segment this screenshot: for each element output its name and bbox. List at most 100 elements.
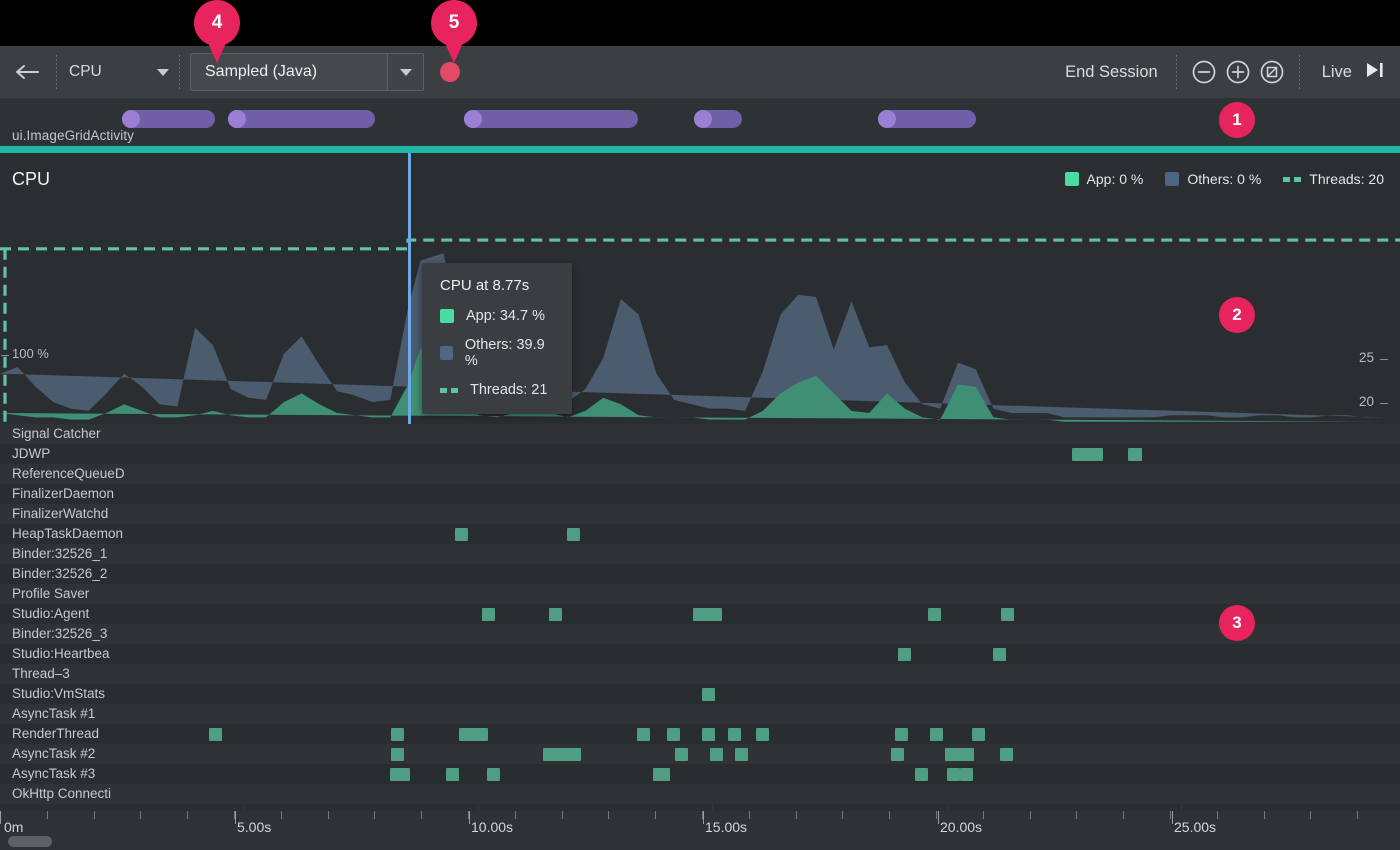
thread-row[interactable]: AsyncTask #2 — [0, 744, 1400, 764]
thread-activity-block[interactable] — [549, 608, 562, 621]
live-button[interactable]: Live — [1302, 60, 1400, 85]
thread-activity-track[interactable] — [197, 544, 1400, 564]
thread-activity-block[interactable] — [391, 728, 404, 741]
thread-row[interactable]: RenderThread — [0, 724, 1400, 744]
thread-activity-block[interactable] — [487, 768, 500, 781]
thread-activity-track[interactable] — [197, 724, 1400, 744]
thread-row[interactable]: OkHttp Connecti — [0, 784, 1400, 804]
thread-activity-block[interactable] — [735, 748, 748, 761]
thread-activity-block[interactable] — [728, 728, 741, 741]
event-bar[interactable] — [878, 110, 976, 128]
thread-activity-block[interactable] — [637, 728, 650, 741]
thread-activity-block[interactable] — [710, 748, 723, 761]
process-selector[interactable]: CPU — [59, 55, 177, 89]
thread-activity-block[interactable] — [928, 608, 941, 621]
thread-row[interactable]: Binder:32526_3 — [0, 624, 1400, 644]
thread-activity-block[interactable] — [390, 768, 410, 781]
thread-activity-block[interactable] — [667, 728, 680, 741]
thread-activity-block[interactable] — [459, 728, 488, 741]
thread-row[interactable]: Thread–3 — [0, 664, 1400, 684]
thread-activity-block[interactable] — [756, 728, 769, 741]
thread-activity-track[interactable] — [197, 524, 1400, 544]
thread-activity-track[interactable] — [197, 564, 1400, 584]
thread-activity-track[interactable] — [197, 444, 1400, 464]
event-bar[interactable] — [694, 110, 742, 128]
zoom-reset-button[interactable] — [1259, 59, 1285, 85]
thread-activity-block[interactable] — [446, 768, 459, 781]
thread-activity-track[interactable] — [197, 644, 1400, 664]
zoom-controls — [1179, 59, 1297, 85]
thread-activity-block[interactable] — [702, 728, 715, 741]
thread-row[interactable]: Studio:VmStats — [0, 684, 1400, 704]
thread-activity-block[interactable] — [945, 748, 974, 761]
thread-activity-block[interactable] — [693, 608, 722, 621]
zoom-out-button[interactable] — [1191, 59, 1217, 85]
thread-activity-block[interactable] — [482, 608, 495, 621]
thread-activity-track[interactable] — [197, 484, 1400, 504]
event-bar[interactable] — [122, 110, 215, 128]
time-axis[interactable]: 0m 5.00s 10.00s 15.00s 20.00s 25.00s — [0, 811, 1400, 850]
time-tick-major — [469, 811, 470, 824]
end-session-button[interactable]: End Session — [1049, 63, 1174, 82]
thread-activity-block[interactable] — [947, 768, 960, 781]
thread-activity-track[interactable] — [197, 584, 1400, 604]
legend-swatch-app — [1064, 172, 1079, 186]
thread-activity-track[interactable] — [197, 504, 1400, 524]
thread-row[interactable]: Signal Catcher — [0, 424, 1400, 444]
thread-row[interactable]: Studio:Agent — [0, 604, 1400, 624]
event-bar[interactable] — [228, 110, 375, 128]
thread-row[interactable]: ReferenceQueueD — [0, 464, 1400, 484]
thread-row[interactable]: AsyncTask #1 — [0, 704, 1400, 724]
thread-activity-track[interactable] — [197, 784, 1400, 804]
thread-row[interactable]: Studio:Heartbea — [0, 644, 1400, 664]
thread-row[interactable]: Binder:32526_2 — [0, 564, 1400, 584]
thread-row[interactable]: FinalizerDaemon — [0, 484, 1400, 504]
horizontal-scrollbar-thumb[interactable] — [8, 836, 52, 847]
thread-row[interactable]: Profile Saver — [0, 584, 1400, 604]
thread-activity-track[interactable] — [197, 764, 1400, 784]
callout-badge-2: 2 — [1219, 297, 1255, 333]
thread-activity-block[interactable] — [960, 768, 973, 781]
cpu-usage-chart[interactable]: CPU App: 0 % Others: 0 % Threads: 20 100… — [0, 153, 1400, 424]
thread-activity-block[interactable] — [1000, 748, 1013, 761]
thread-activity-block[interactable] — [972, 728, 985, 741]
thread-row[interactable]: HeapTaskDaemon — [0, 524, 1400, 544]
thread-activity-track[interactable] — [197, 684, 1400, 704]
thread-activity-block[interactable] — [993, 648, 1006, 661]
thread-activity-block[interactable] — [543, 748, 581, 761]
thread-activity-block[interactable] — [391, 748, 404, 761]
thread-row[interactable]: JDWP — [0, 444, 1400, 464]
thread-row[interactable]: Binder:32526_1 — [0, 544, 1400, 564]
thread-activity-block[interactable] — [209, 728, 222, 741]
event-bar[interactable] — [464, 110, 638, 128]
thread-row[interactable]: AsyncTask #3 — [0, 764, 1400, 784]
thread-activity-track[interactable] — [197, 464, 1400, 484]
zoom-in-button[interactable] — [1225, 59, 1251, 85]
thread-activity-block[interactable] — [657, 768, 670, 781]
time-cursor-line[interactable] — [408, 153, 411, 424]
recording-config-dropdown-button[interactable] — [387, 54, 423, 90]
thread-activity-block[interactable] — [891, 748, 904, 761]
thread-activity-block[interactable] — [1072, 448, 1103, 461]
back-button[interactable] — [0, 46, 54, 98]
thread-activity-track[interactable] — [197, 424, 1400, 444]
thread-activity-block[interactable] — [675, 748, 688, 761]
time-tick-minor — [1357, 811, 1358, 819]
event-timeline-strip[interactable] — [0, 98, 1400, 146]
thread-activity-block[interactable] — [455, 528, 468, 541]
thread-activity-block[interactable] — [930, 728, 943, 741]
thread-activity-block[interactable] — [915, 768, 928, 781]
thread-activity-track[interactable] — [197, 664, 1400, 684]
thread-activity-track[interactable] — [197, 704, 1400, 724]
record-button[interactable] — [440, 62, 460, 82]
thread-activity-block[interactable] — [898, 648, 911, 661]
thread-name-label: AsyncTask #2 — [12, 746, 96, 761]
thread-activity-block[interactable] — [567, 528, 580, 541]
thread-activity-track[interactable] — [197, 744, 1400, 764]
thread-activity-block[interactable] — [895, 728, 908, 741]
thread-activity-block[interactable] — [1001, 608, 1014, 621]
thread-row[interactable]: FinalizerWatchd — [0, 504, 1400, 524]
threads-list[interactable]: Signal Catcher JDWP ReferenceQueueD Finaliz… — [0, 424, 1400, 811]
thread-activity-block[interactable] — [702, 688, 715, 701]
thread-activity-block[interactable] — [1128, 448, 1142, 461]
